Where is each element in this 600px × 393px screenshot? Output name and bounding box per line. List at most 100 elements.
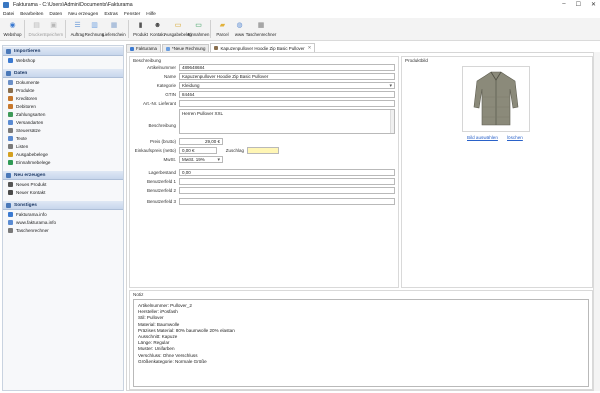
gtin-field[interactable]: 84464 xyxy=(179,91,395,98)
toolbar-expense-button[interactable]: ▭ Ausgabebeleg xyxy=(164,18,191,40)
name-field[interactable]: Kapuzenpullover Hoodie Zip Basic Pullove… xyxy=(179,73,395,80)
sidebar-item-label: Einnahmebelege xyxy=(16,159,51,165)
toolbar-income-button[interactable]: ▭ Einnahmen xyxy=(188,18,210,40)
beschreibung-textarea[interactable]: Herren Pullover XXL xyxy=(179,109,395,134)
sidebar-item-label: Webshop xyxy=(16,57,36,63)
sidebar-item-produkte[interactable]: Produkte xyxy=(3,86,123,94)
sidebar-item-kreditoren[interactable]: Kreditoren xyxy=(3,94,123,102)
sidebar-item-webshop[interactable]: Webshop xyxy=(3,56,123,64)
sidebar-item-steuersätze[interactable]: Steuersätze xyxy=(3,126,123,134)
contact-icon: ☻ xyxy=(153,21,162,29)
einkaufspreis-field[interactable]: 0,00 € xyxy=(179,147,217,154)
sidebar-item-einnahmebelege[interactable]: Einnahmebelege xyxy=(3,158,123,166)
sidebar-section-neu-erzeugen[interactable]: Neu erzeugen xyxy=(3,171,123,180)
delete-image-link[interactable]: löschen xyxy=(507,135,523,140)
tax-icon xyxy=(8,127,13,133)
toolbar-print-button[interactable]: ▤ Drucken xyxy=(28,18,45,40)
close-icon[interactable]: ✕ xyxy=(591,1,596,8)
sidebar-item-dokumente[interactable]: Dokumente xyxy=(3,78,123,86)
sidebar-item-label: Zahlungsarten xyxy=(16,111,46,117)
order-icon: ☰ xyxy=(74,21,81,29)
select-image-link[interactable]: Bild auswählen xyxy=(467,135,498,140)
menu-fenster[interactable]: Fenster xyxy=(124,12,140,17)
lagerbestand-field[interactable]: 0,00 xyxy=(179,169,395,176)
sidebar-item-label: Debitoren xyxy=(16,103,36,109)
menu-extras[interactable]: Extras xyxy=(104,12,118,17)
preis-field[interactable]: 29,00 € xyxy=(179,138,223,145)
sidebar-item-texte[interactable]: Texte xyxy=(3,134,123,142)
product-editor: Beschreibung Artikelnummer 489648684 Nam… xyxy=(126,52,600,391)
toolbar-order-button[interactable]: ☰ Auftrag xyxy=(69,18,86,40)
tab-document-icon xyxy=(214,46,219,50)
tab-close-icon[interactable]: ✕ xyxy=(308,45,312,51)
notes-textarea[interactable]: Artikelnummer: Pullover_2 Hersteller: iPo… xyxy=(133,299,589,387)
pullover-image xyxy=(473,71,519,126)
zuschlag-label: Zuschlag xyxy=(225,148,244,153)
beschreibung-scrollbar[interactable] xyxy=(390,110,394,133)
beschreibung-text: Herren Pullover XXL xyxy=(182,111,224,116)
menu-hilfe[interactable]: Hilfe xyxy=(146,12,156,17)
shipping-icon xyxy=(8,119,13,125)
maximize-icon[interactable]: ☐ xyxy=(576,1,581,8)
sidebar-item-ausgabebelege[interactable]: Ausgabebelege xyxy=(3,150,123,158)
toolbar-delivery-button[interactable]: ▦ Lieferschein xyxy=(102,18,125,40)
menu-daten[interactable]: Daten xyxy=(49,12,62,17)
sidebar-section-title: Importieren xyxy=(14,48,41,54)
menu-bar: Datei Bearbeiten Daten Neu erzeugen Extr… xyxy=(0,10,600,18)
toolbar-parcel-button[interactable]: ▰ Parcel xyxy=(214,18,231,40)
sidebar-item-taschenrechner[interactable]: Taschenrechner xyxy=(3,226,123,234)
menu-bearbeiten[interactable]: Bearbeiten xyxy=(20,12,43,17)
toolbar-webshop-button[interactable]: ◉ Webshop xyxy=(3,18,21,40)
sidebar-item-versandarten[interactable]: Versandarten xyxy=(3,118,123,126)
toolbar-product-button[interactable]: ▮ Produkt xyxy=(132,18,149,40)
tab-2[interactable]: Kapuzenpullover Hoodie Zip Basic Pullove… xyxy=(210,43,316,52)
menu-neu-erzeugen[interactable]: Neu erzeugen xyxy=(68,12,98,17)
sidebar-item-listen[interactable]: Listen xyxy=(3,142,123,150)
lieferant-field[interactable] xyxy=(179,100,395,107)
zuschlag-field[interactable] xyxy=(247,147,279,154)
toolbar-button-label: www xyxy=(234,32,245,37)
sidebar-item-debitoren[interactable]: Debitoren xyxy=(3,102,123,110)
sidebar-section-daten[interactable]: Daten xyxy=(3,69,123,78)
right-scroll-strip[interactable] xyxy=(593,52,600,391)
sidebar-item-neuer-kontakt[interactable]: Neuer Kontakt xyxy=(3,188,123,196)
sidebar-item-www-fakturama-info[interactable]: www.fakturama.info xyxy=(3,218,123,226)
mwst-label: MwSt. xyxy=(163,157,176,162)
toolbar-calculator-button[interactable]: ▦ Taschenrechner xyxy=(246,18,277,40)
minimize-icon[interactable]: – xyxy=(562,1,565,8)
toolbar-separator xyxy=(128,20,129,38)
toolbar-save-button[interactable]: ▣ Speichern xyxy=(43,18,64,40)
sidebar-item-neues-produkt[interactable]: Neues Produkt xyxy=(3,180,123,188)
artikelnummer-field[interactable]: 489648684 xyxy=(179,64,395,71)
sidebar-item-zahlungsarten[interactable]: Zahlungsarten xyxy=(3,110,123,118)
kategorie-select[interactable]: Kleidung xyxy=(179,82,395,89)
create-icon xyxy=(6,172,11,178)
artikelnummer-label: Artikelnummer xyxy=(146,65,176,70)
sidebar-item-label: Neues Produkt xyxy=(16,181,47,187)
toolbar-button-label: Speichern xyxy=(43,32,64,37)
lieferant-label: Art.-Nr. Lieferant xyxy=(142,101,176,106)
toolbar-button-label: Produkt xyxy=(133,32,148,37)
text-icon xyxy=(8,135,13,141)
toolbar-button-label: Kontakt xyxy=(150,32,165,37)
description-group-title: Beschreibung xyxy=(133,58,162,63)
sidebar-section-sonstiges[interactable]: Sonstiges xyxy=(3,201,123,210)
tab-1[interactable]: *Neue Rechnung xyxy=(161,44,210,52)
sidebar-section-importieren[interactable]: Importieren xyxy=(3,47,123,56)
calculator-icon xyxy=(8,227,13,233)
menu-datei[interactable]: Datei xyxy=(3,12,14,17)
name-label: Name xyxy=(163,74,176,79)
sidebar-item-fakturama-info[interactable]: Fakturama.info xyxy=(3,210,123,218)
products-icon xyxy=(8,87,13,93)
sidebar-item-label: Ausgabebelege xyxy=(16,151,48,157)
benutzerfeld3-field[interactable] xyxy=(179,198,395,205)
benutzerfeld1-field[interactable] xyxy=(179,178,395,185)
mwst-select[interactable]: MwSt. 19% xyxy=(179,156,223,163)
expense-icon: ▭ xyxy=(174,21,182,29)
web-icon xyxy=(8,219,13,225)
data-icon xyxy=(6,70,11,76)
tab-0[interactable]: Fakturama xyxy=(126,44,161,52)
benutzerfeld2-field[interactable] xyxy=(179,187,395,194)
toolbar-invoice-button[interactable]: ▥ Rechnung xyxy=(85,18,105,40)
